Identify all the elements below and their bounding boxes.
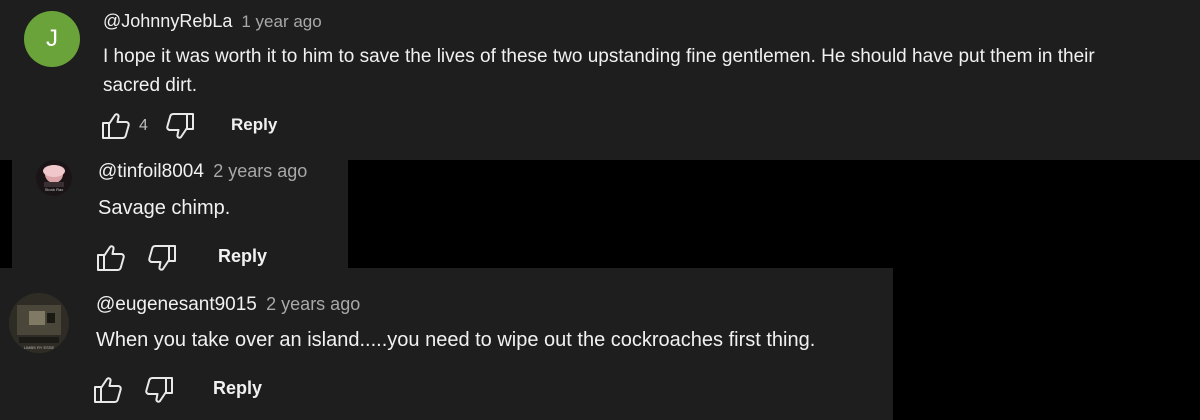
comment-text-line: sacred dirt.	[103, 75, 197, 96]
avatar-image: Stonk Rax	[36, 160, 72, 196]
like-button[interactable]	[93, 375, 123, 405]
avatar-caption: LIMBS RY ESSE	[24, 345, 55, 350]
comment-header-3: @eugenesant9015 2 years ago	[96, 294, 360, 316]
thumbs-down-icon	[147, 243, 177, 273]
comment-text-1: I hope it was worth it to him to save th…	[103, 42, 1095, 100]
reply-button[interactable]: Reply	[213, 378, 262, 399]
comments-screenshot: J @JohnnyRebLa 1 year ago I hope it was …	[0, 0, 1200, 420]
like-button[interactable]: 4	[101, 111, 148, 141]
thumbs-up-icon	[101, 111, 131, 141]
comment-author-handle[interactable]: @tinfoil8004	[98, 161, 204, 182]
avatar-johnnyrebla[interactable]: J	[24, 11, 80, 67]
avatar-tinfoil8004[interactable]: Stonk Rax	[36, 160, 72, 196]
comment-timestamp[interactable]: 2 years ago	[266, 294, 360, 314]
avatar-caption: Stonk Rax	[45, 187, 63, 192]
thumbs-up-icon	[96, 243, 126, 273]
reply-button[interactable]: Reply	[218, 246, 267, 267]
dislike-button[interactable]	[147, 243, 177, 273]
comment-text-3: When you take over an island.....you nee…	[96, 329, 816, 351]
comment-header-1: @JohnnyRebLa 1 year ago	[103, 11, 322, 32]
comment-author-handle[interactable]: @eugenesant9015	[96, 294, 257, 315]
comment-timestamp[interactable]: 1 year ago	[241, 12, 321, 31]
like-button[interactable]	[96, 243, 126, 273]
comment-text-2: Savage chimp.	[98, 197, 231, 219]
comment-timestamp[interactable]: 2 years ago	[213, 161, 307, 181]
avatar-image: LIMBS RY ESSE	[9, 293, 69, 353]
thumbs-up-icon	[93, 375, 123, 405]
avatar-eugenesant9015[interactable]: LIMBS RY ESSE	[9, 293, 69, 353]
comment-author-handle[interactable]: @JohnnyRebLa	[103, 11, 232, 31]
thumbs-down-icon	[144, 375, 174, 405]
like-count: 4	[139, 117, 148, 134]
thumbs-down-icon	[165, 111, 195, 141]
comment-header-2: @tinfoil8004 2 years ago	[98, 161, 307, 183]
dislike-button[interactable]	[165, 111, 195, 141]
reply-button[interactable]: Reply	[231, 115, 277, 135]
dislike-button[interactable]	[144, 375, 174, 405]
avatar-letter: J	[46, 25, 58, 52]
comment-text-line: I hope it was worth it to him to save th…	[103, 46, 1095, 67]
